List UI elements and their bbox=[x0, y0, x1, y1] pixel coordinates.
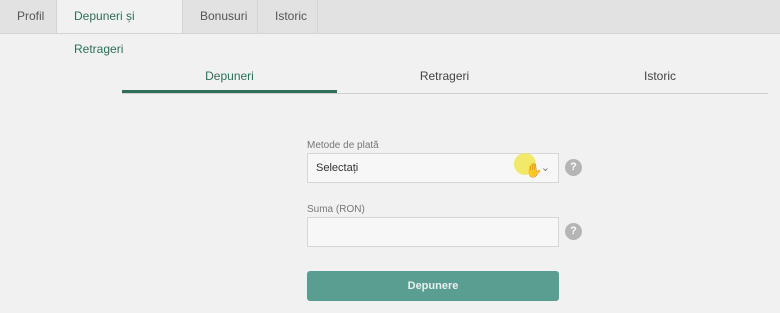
amount-input[interactable] bbox=[307, 217, 559, 247]
tab-istoric[interactable]: Istoric bbox=[258, 0, 318, 33]
hand-cursor-icon: ✋ bbox=[525, 162, 543, 178]
tab-label: Profil bbox=[17, 9, 45, 23]
deposit-button[interactable]: Depunere bbox=[307, 271, 559, 301]
tab-label: Bonusuri bbox=[200, 9, 248, 23]
sub-tab-bar: Depuneri Retrageri Istoric bbox=[122, 60, 768, 94]
amount-label: Suma (RON) bbox=[307, 204, 365, 215]
help-icon[interactable]: ? bbox=[565, 159, 582, 176]
tab-profil[interactable]: Profil bbox=[0, 0, 57, 33]
tab-depuneri-si-retrageri[interactable]: Depuneri și Retrageri bbox=[57, 0, 183, 56]
subtab-depuneri[interactable]: Depuneri bbox=[122, 60, 337, 93]
top-tab-bar: Profil Depuneri și Retrageri Bonusuri Is… bbox=[0, 0, 780, 56]
subtab-istoric[interactable]: Istoric bbox=[552, 60, 768, 93]
payment-method-label: Metode de plată bbox=[307, 140, 379, 151]
subtab-label: Retrageri bbox=[419, 69, 470, 83]
subtab-label: Depuneri bbox=[205, 69, 254, 83]
tab-bonusuri[interactable]: Bonusuri bbox=[183, 0, 258, 33]
help-icon[interactable]: ? bbox=[565, 223, 582, 240]
subtab-label: Istoric bbox=[643, 69, 676, 83]
tab-label: Istoric bbox=[275, 9, 308, 23]
subtab-retrageri[interactable]: Retrageri bbox=[337, 60, 552, 93]
payment-method-value: Selectați bbox=[316, 162, 359, 174]
tab-label: Depuneri și Retrageri bbox=[74, 9, 135, 56]
